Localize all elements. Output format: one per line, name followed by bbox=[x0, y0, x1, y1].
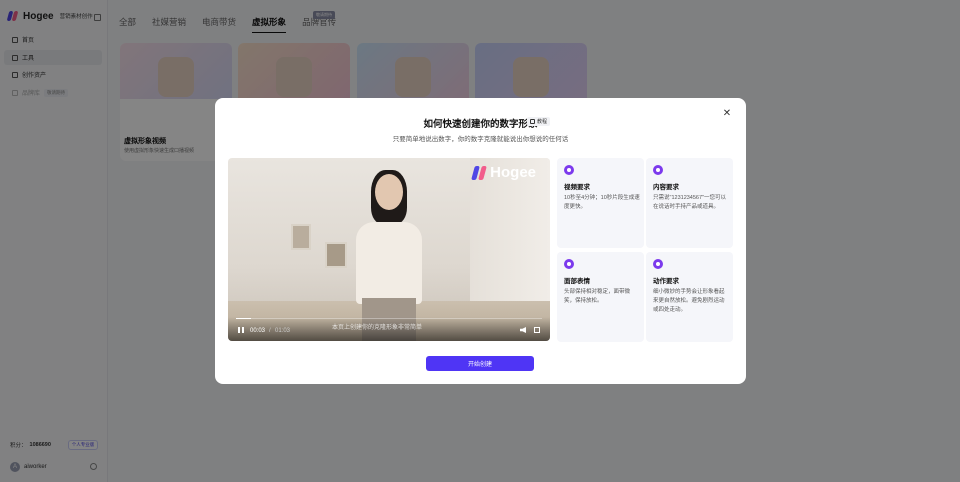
modal-title: 如何快速创建你的数字形象 bbox=[423, 119, 538, 130]
tutorial-label: 教程 bbox=[537, 119, 548, 125]
presenter-face bbox=[375, 174, 403, 210]
modal-subtitle: 只要简单地说出数字，你的数字克隆就能说出你想说的任何话 bbox=[392, 136, 569, 143]
video-duration: 01:03 bbox=[275, 328, 291, 334]
requirement-desc: 细小微妙的手势会让形象看起来更自然放松。避免剧烈运动或四处走动。 bbox=[653, 289, 725, 313]
app-root: Hogee 营销素材创作 首页 工具 创作资产 品牌库 敬请期待 积分： 108… bbox=[0, 0, 960, 482]
tutorial-link[interactable]: 教程 bbox=[527, 117, 551, 126]
wall-painting bbox=[291, 224, 311, 250]
fullscreen-icon[interactable] bbox=[534, 327, 540, 333]
watermark-text: Hogee bbox=[490, 164, 536, 181]
book-icon bbox=[530, 119, 535, 124]
requirement-title: 视频要求 bbox=[564, 184, 590, 191]
video-time-separator: / bbox=[269, 328, 271, 334]
tutorial-video-player[interactable]: Hogee 00:03 / 01:03 本页上创建你的克隆形象非常简单 bbox=[228, 158, 550, 341]
content-icon bbox=[653, 165, 663, 175]
avatar-tutorial-modal: ✕ 如何快速创建你的数字形象 教程 只要简单地说出数字，你的数字克隆就能说出你想… bbox=[215, 98, 746, 384]
video-caption: 本页上创建你的克隆形象非常简单 bbox=[332, 325, 423, 331]
requirement-card-content: 内容要求 只需说"1231234567"一您可以在说话时手持产品或道具。 bbox=[646, 158, 733, 248]
wall-painting bbox=[325, 242, 347, 268]
pause-icon[interactable] bbox=[238, 327, 244, 333]
presenter-body bbox=[356, 222, 422, 304]
start-create-button[interactable]: 开始创建 bbox=[426, 356, 534, 371]
face-icon bbox=[564, 259, 574, 269]
requirement-desc: 10秒至4分钟；10秒片段生成速度更快。 bbox=[564, 195, 640, 210]
video-icon bbox=[564, 165, 574, 175]
requirement-title: 面部表情 bbox=[564, 278, 590, 285]
requirement-card-motion: 动作要求 细小微妙的手势会让形象看起来更自然放松。避免剧烈运动或四处走动。 bbox=[646, 252, 733, 342]
motion-icon bbox=[653, 259, 663, 269]
requirement-title: 动作要求 bbox=[653, 278, 679, 285]
requirement-card-face: 面部表情 头部保持相对稳定，面带微笑，保持放松。 bbox=[557, 252, 644, 342]
video-progress-bar[interactable] bbox=[236, 318, 542, 319]
requirement-desc: 只需说"1231234567"一您可以在说话时手持产品或道具。 bbox=[653, 195, 726, 210]
requirement-title: 内容要求 bbox=[653, 184, 679, 191]
requirement-card-video: 视频要求 10秒至4分钟；10秒片段生成速度更快。 bbox=[557, 158, 644, 248]
requirement-desc: 头部保持相对稳定，面带微笑，保持放松。 bbox=[564, 289, 631, 304]
video-progress-fill bbox=[236, 318, 252, 319]
hogee-logo-icon bbox=[471, 165, 488, 181]
video-current-time: 00:03 bbox=[250, 328, 266, 334]
video-watermark: Hogee bbox=[471, 164, 536, 181]
